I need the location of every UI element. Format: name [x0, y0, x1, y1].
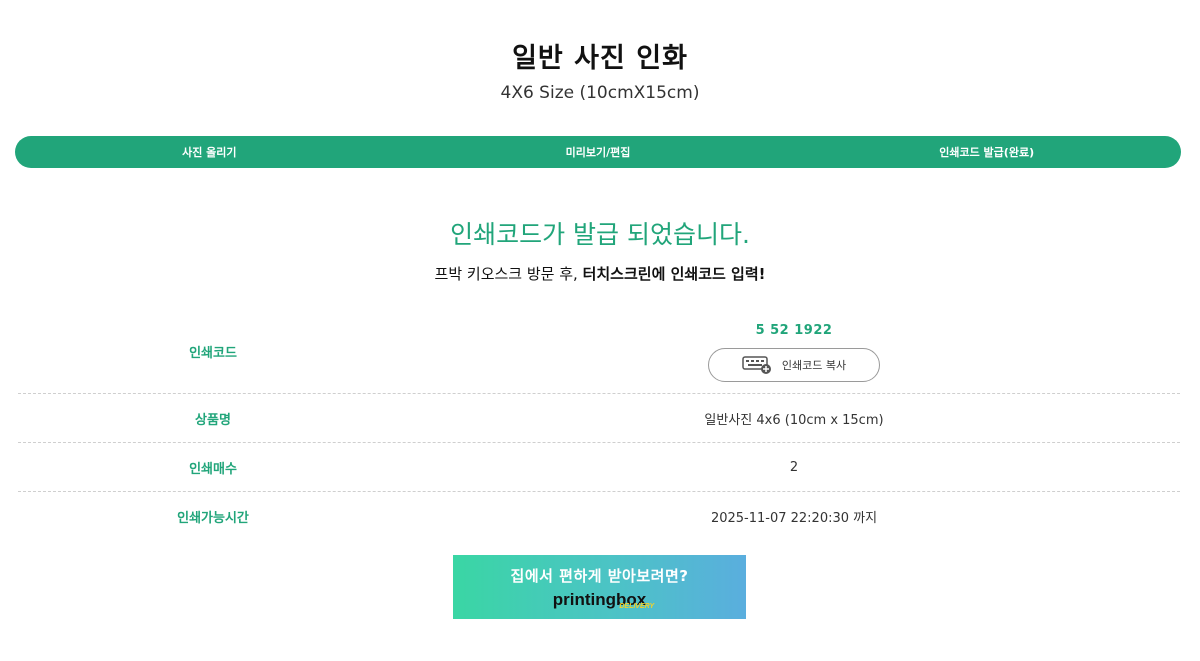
- copy-print-code-label: 인쇄코드 복사: [781, 359, 847, 372]
- print-count-label: 인쇄매수: [189, 461, 237, 477]
- print-code-value: 5 52 1922: [755, 323, 833, 338]
- table-row-available-time: 인쇄가능시간 2025-11-07 22:20:30 까지: [18, 492, 1180, 541]
- kiosk-instruction: 프박 키오스크 방문 후, 터치스크린에 인쇄코드 입력!: [0, 263, 1200, 284]
- print-code-cell: 5 52 1922 인쇄코드 복사: [408, 321, 1180, 382]
- page: 일반 사진 인화 4X6 Size (10cmX15cm) 사진 올리기 미리보…: [0, 0, 1200, 661]
- banner-headline: 집에서 편하게 받아보려면?: [510, 566, 689, 585]
- instruction-emphasis: 터치스크린에 인쇄코드 입력!: [582, 265, 766, 283]
- available-time-value: 2025-11-07 22:20:30 까지: [710, 511, 878, 526]
- table-row-print-code: 인쇄코드 5 52 1922 인쇄코드 복사: [18, 310, 1180, 394]
- print-count-value: 2: [789, 459, 799, 475]
- completion-message: 인쇄코드가 발급 되었습니다.: [450, 220, 750, 249]
- product-label: 상품명: [195, 412, 231, 428]
- printingbox-logo: printingbox DELIVERY: [553, 590, 654, 610]
- progress-steps-bar: 사진 올리기 미리보기/편집 인쇄코드 발급(완료): [15, 136, 1181, 168]
- table-row-print-count: 인쇄매수 2: [18, 443, 1180, 492]
- banner-brand-tag: DELIVERY: [619, 602, 655, 610]
- instruction-text: 프박 키오스크 방문 후,: [434, 265, 583, 283]
- print-info-table: 인쇄코드 5 52 1922 인쇄코드 복사 상품명 일반사진 4x6 (10c…: [18, 310, 1180, 541]
- page-title: 일반 사진 인화: [512, 43, 688, 74]
- print-code-label: 인쇄코드: [189, 346, 237, 361]
- step-preview-edit[interactable]: 미리보기/편집: [404, 144, 793, 160]
- delivery-banner[interactable]: 집에서 편하게 받아보려면? printingbox DELIVERY: [453, 555, 746, 619]
- page-subtitle: 4X6 Size (10cmX15cm): [500, 83, 700, 103]
- step-upload-photos[interactable]: 사진 올리기: [15, 144, 404, 160]
- keyboard-copy-icon: [742, 356, 771, 374]
- step-issue-code[interactable]: 인쇄코드 발급(완료): [792, 144, 1181, 160]
- available-time-label: 인쇄가능시간: [177, 511, 249, 526]
- table-row-product: 상품명 일반사진 4x6 (10cm x 15cm): [18, 394, 1180, 443]
- copy-print-code-button[interactable]: 인쇄코드 복사: [708, 348, 880, 382]
- product-value: 일반사진 4x6 (10cm x 15cm): [704, 412, 884, 428]
